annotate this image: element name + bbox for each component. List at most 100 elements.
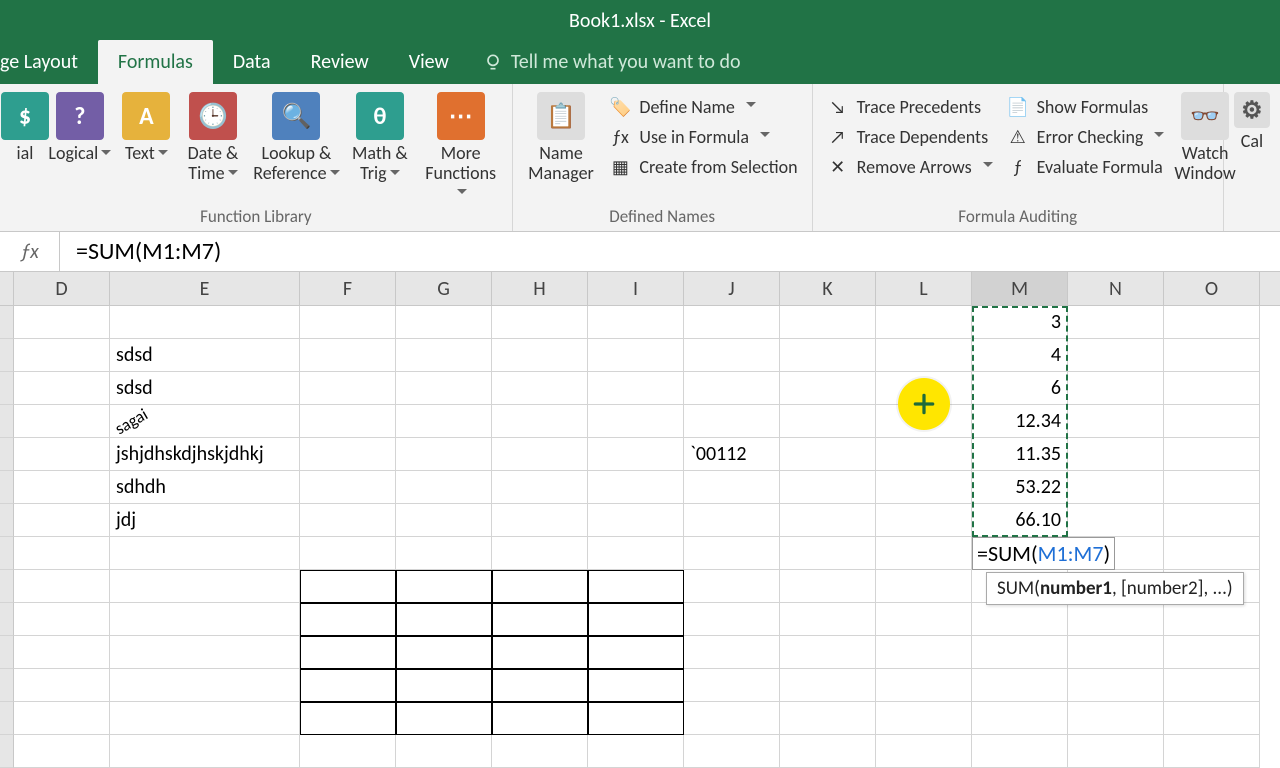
cell-E1[interactable] [110, 306, 300, 339]
cell-H3[interactable] [492, 372, 588, 405]
tab-review[interactable]: Review [291, 40, 389, 84]
column-header-F[interactable]: F [300, 272, 396, 305]
cell-J1[interactable] [684, 306, 780, 339]
cell-J8[interactable] [684, 537, 780, 570]
cell-G9[interactable] [396, 570, 492, 603]
cell-H14[interactable] [492, 735, 588, 768]
cell-E13[interactable] [110, 702, 300, 735]
cell-G5[interactable] [396, 438, 492, 471]
btn-financial-partial[interactable]: $ ial [10, 90, 40, 204]
cell-L2[interactable] [876, 339, 972, 372]
btn-remove-arrows[interactable]: ✕ Remove Arrows [823, 154, 997, 180]
column-header-G[interactable]: G [396, 272, 492, 305]
cell-K11[interactable] [780, 636, 876, 669]
cell-N4[interactable] [1068, 405, 1164, 438]
cell-F10[interactable] [300, 603, 396, 636]
cell-H8[interactable] [492, 537, 588, 570]
cell-I3[interactable] [588, 372, 684, 405]
cell-I6[interactable] [588, 471, 684, 504]
cell-N14[interactable] [1068, 735, 1164, 768]
cell-G12[interactable] [396, 669, 492, 702]
cell-K8[interactable] [780, 537, 876, 570]
cell-H10[interactable] [492, 603, 588, 636]
cell-M5[interactable]: 11.35 [972, 438, 1068, 471]
cell-J11[interactable] [684, 636, 780, 669]
btn-name-manager[interactable]: 📋 Name Manager [523, 90, 600, 204]
cell-D6[interactable] [14, 471, 110, 504]
cell-I11[interactable] [588, 636, 684, 669]
cell-J6[interactable] [684, 471, 780, 504]
cell-M7[interactable]: 66.10 [972, 504, 1068, 537]
cell-D3[interactable] [14, 372, 110, 405]
cell-F3[interactable] [300, 372, 396, 405]
active-edit-cell[interactable]: =SUM(M1:M7) [972, 537, 1115, 570]
cell-D13[interactable] [14, 702, 110, 735]
btn-more-functions[interactable]: ⋯ More Functions [420, 90, 502, 204]
btn-create-from-selection[interactable]: ▦ Create from Selection [605, 154, 801, 180]
cell-D14[interactable] [14, 735, 110, 768]
cell-E7[interactable]: jdj [110, 504, 300, 537]
cell-E6[interactable]: sdhdh [110, 471, 300, 504]
cell-L10[interactable] [876, 603, 972, 636]
cell-H1[interactable] [492, 306, 588, 339]
cell-J4[interactable] [684, 405, 780, 438]
cell-M12[interactable] [972, 669, 1068, 702]
cell-G11[interactable] [396, 636, 492, 669]
cell-F11[interactable] [300, 636, 396, 669]
cell-F2[interactable] [300, 339, 396, 372]
cell-M14[interactable] [972, 735, 1068, 768]
cell-K1[interactable] [780, 306, 876, 339]
cell-L11[interactable] [876, 636, 972, 669]
cell-K6[interactable] [780, 471, 876, 504]
cell-N6[interactable] [1068, 471, 1164, 504]
cell-K2[interactable] [780, 339, 876, 372]
column-header-D[interactable]: D [14, 272, 110, 305]
cell-L1[interactable] [876, 306, 972, 339]
cell-O3[interactable] [1164, 372, 1260, 405]
cell-H13[interactable] [492, 702, 588, 735]
column-header-E[interactable]: E [110, 272, 300, 305]
btn-math[interactable]: θ Math & Trig [346, 90, 414, 204]
btn-logical[interactable]: ? Logical [46, 90, 114, 204]
cell-D9[interactable] [14, 570, 110, 603]
cell-K10[interactable] [780, 603, 876, 636]
btn-calculation-options[interactable]: ⚙ Cal [1234, 90, 1270, 227]
btn-evaluate-formula[interactable]: ƒ Evaluate Formula [1003, 154, 1169, 180]
tab-data[interactable]: Data [213, 40, 291, 84]
cell-E5[interactable]: jshjdhskdjhskjdhkj [110, 438, 300, 471]
cell-N12[interactable] [1068, 669, 1164, 702]
cell-D4[interactable] [14, 405, 110, 438]
cell-K4[interactable] [780, 405, 876, 438]
cell-G7[interactable] [396, 504, 492, 537]
cell-H2[interactable] [492, 339, 588, 372]
cell-I2[interactable] [588, 339, 684, 372]
cell-F6[interactable] [300, 471, 396, 504]
cell-J10[interactable] [684, 603, 780, 636]
cell-G8[interactable] [396, 537, 492, 570]
cell-H7[interactable] [492, 504, 588, 537]
tab-formulas[interactable]: Formulas [98, 40, 213, 84]
btn-error-checking[interactable]: ⚠ Error Checking [1003, 124, 1169, 150]
cell-L14[interactable] [876, 735, 972, 768]
btn-lookup[interactable]: 🔍 Lookup & Reference [253, 90, 340, 204]
cell-I14[interactable] [588, 735, 684, 768]
cell-F7[interactable] [300, 504, 396, 537]
cell-E8[interactable] [110, 537, 300, 570]
cell-G6[interactable] [396, 471, 492, 504]
cell-G3[interactable] [396, 372, 492, 405]
cell-O2[interactable] [1164, 339, 1260, 372]
cell-L8[interactable] [876, 537, 972, 570]
cell-O13[interactable] [1164, 702, 1260, 735]
cell-F9[interactable] [300, 570, 396, 603]
cell-G10[interactable] [396, 603, 492, 636]
tab-page-layout[interactable]: ge Layout [0, 40, 98, 84]
cell-F12[interactable] [300, 669, 396, 702]
cell-G2[interactable] [396, 339, 492, 372]
cell-H12[interactable] [492, 669, 588, 702]
cell-O4[interactable] [1164, 405, 1260, 438]
cell-L7[interactable] [876, 504, 972, 537]
cell-J3[interactable] [684, 372, 780, 405]
cell-K7[interactable] [780, 504, 876, 537]
cell-I9[interactable] [588, 570, 684, 603]
cell-O6[interactable] [1164, 471, 1260, 504]
